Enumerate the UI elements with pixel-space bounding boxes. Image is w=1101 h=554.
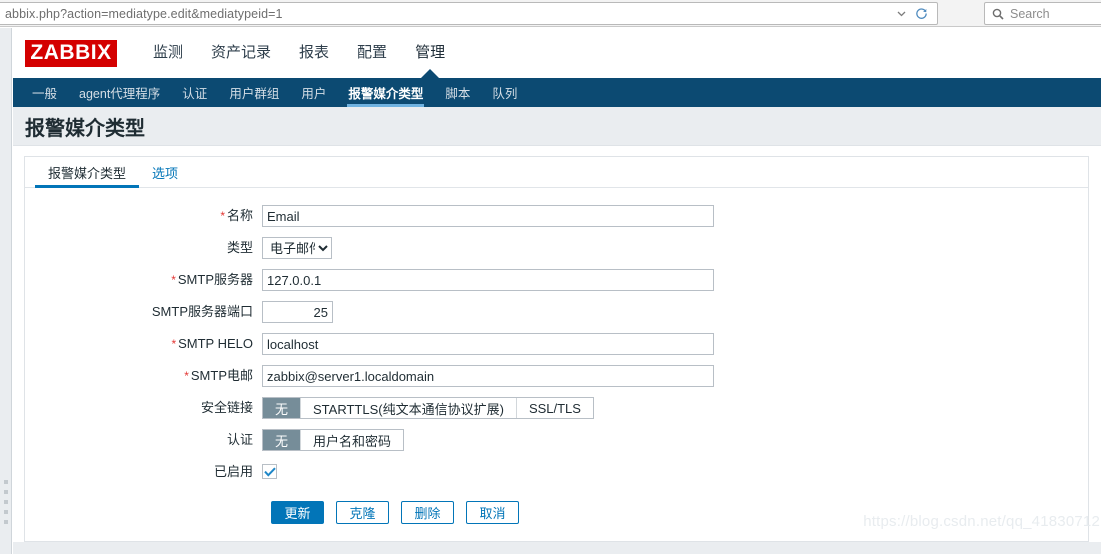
chevron-down-icon[interactable] [891, 3, 911, 25]
label-smtp-server-text: SMTP服务器 [177, 272, 253, 287]
required-marker: * [171, 273, 176, 287]
nav-item-inventory[interactable]: 资产记录 [197, 28, 285, 78]
subnav-item-proxies[interactable]: agent代理程序 [68, 78, 171, 107]
page-header-band: 报警媒介类型 [13, 107, 1101, 146]
splitter-drag-handle[interactable] [4, 480, 8, 524]
nav-item-configuration[interactable]: 配置 [343, 28, 401, 78]
subnav-item-users[interactable]: 用户 [290, 78, 337, 107]
clone-button[interactable]: 克隆 [336, 501, 389, 524]
address-bar-text: abbix.php?action=mediatype.edit&mediatyp… [5, 6, 283, 21]
reload-icon[interactable] [911, 3, 931, 25]
label-type-text: 类型 [226, 240, 253, 255]
handle-dot [4, 500, 8, 504]
tab-options[interactable]: 选项 [139, 157, 191, 187]
connection-security-option-ssltls[interactable]: SSL/TLS [516, 398, 593, 418]
label-name-text: 名称 [226, 208, 253, 223]
form-row-smtp-email: * SMTP电邮 [25, 365, 1088, 387]
form-row-name: * 名称 [25, 205, 1088, 227]
label-connection-security-text: 安全链接 [200, 400, 253, 415]
enabled-checkbox[interactable] [262, 464, 277, 479]
checkmark-icon [263, 467, 276, 477]
type-select[interactable]: 电子邮件 [262, 237, 332, 259]
nav-item-reports[interactable]: 报表 [285, 28, 343, 78]
browser-search-placeholder: Search [1010, 6, 1050, 21]
handle-dot [4, 490, 8, 494]
handle-dot [4, 520, 8, 524]
smtp-email-input[interactable] [262, 365, 714, 387]
page-title: 报警媒介类型 [25, 117, 145, 140]
form-row-smtp-helo: * SMTP HELO [25, 333, 1088, 355]
bottom-band [13, 542, 1101, 554]
smtp-server-input[interactable] [262, 269, 714, 291]
handle-dot [4, 510, 8, 514]
required-marker: * [171, 337, 177, 351]
authentication-option-none[interactable]: 无 [263, 430, 302, 450]
label-smtp-port-text: SMTP服务器端口 [151, 304, 253, 319]
subnav-item-scripts[interactable]: 脚本 [434, 78, 481, 107]
tab-media-type[interactable]: 报警媒介类型 [35, 157, 140, 188]
label-enabled-text: 已启用 [213, 464, 253, 479]
form-tabs: 报警媒介类型 选项 [25, 157, 1088, 188]
subnav-item-user-groups[interactable]: 用户群组 [218, 78, 290, 107]
label-smtp-helo: * SMTP HELO [25, 333, 262, 355]
label-enabled: 已启用 [25, 461, 262, 483]
subnav-item-media-types[interactable]: 报警媒介类型 [337, 78, 434, 107]
media-type-form-card: 报警媒介类型 选项 *名称 类型 [24, 156, 1089, 542]
app-header: ZABBIX 监测 资产记录 报表 配置 管理 [13, 28, 1101, 78]
primary-navigation: 监测 资产记录 报表 配置 管理 [139, 28, 459, 78]
form-row-smtp-port: SMTP服务器端口 [25, 301, 1088, 323]
nav-item-administration[interactable]: 管理 [401, 28, 459, 78]
label-smtp-email: * SMTP电邮 [25, 365, 262, 387]
label-authentication: 认证 [25, 429, 262, 451]
form-actions: 更新 克隆 删除 取消 [25, 501, 1088, 524]
smtp-helo-input[interactable] [262, 333, 714, 355]
form-row-authentication: 认证 无 用户名和密码 [25, 429, 1088, 451]
connection-security-radio-group: 无 STARTTLS(纯文本通信协议扩展) SSL/TLS [262, 397, 594, 419]
update-button[interactable]: 更新 [271, 501, 324, 524]
name-input[interactable] [262, 205, 714, 227]
media-type-form: *名称 类型 电子邮件 [25, 188, 1088, 524]
connection-security-option-none[interactable]: 无 [263, 398, 302, 418]
label-smtp-port: SMTP服务器端口 [25, 301, 262, 323]
smtp-port-input[interactable] [262, 301, 333, 323]
authentication-radio-group: 无 用户名和密码 [262, 429, 405, 451]
label-type: 类型 [25, 237, 262, 259]
authentication-option-username-password[interactable]: 用户名和密码 [301, 430, 404, 450]
form-row-enabled: 已启用 [25, 461, 1088, 483]
subnav-item-queue[interactable]: 队列 [481, 78, 528, 107]
label-smtp-helo-text: SMTP HELO [178, 336, 253, 351]
zabbix-logo[interactable]: ZABBIX [25, 39, 117, 67]
form-row-connection-security: 安全链接 无 STARTTLS(纯文本通信协议扩展) SSL/TLS [25, 397, 1088, 419]
search-icon [991, 3, 1005, 25]
nav-item-monitoring[interactable]: 监测 [139, 28, 197, 78]
subnav-item-authentication[interactable]: 认证 [171, 78, 218, 107]
handle-dot [4, 480, 8, 484]
label-name: * 名称 [25, 205, 262, 227]
connection-security-option-starttls[interactable]: STARTTLS(纯文本通信协议扩展) [301, 398, 517, 418]
zabbix-app: ZABBIX 监测 资产记录 报表 配置 管理 一般 agent代理程序 认证 … [13, 28, 1101, 554]
required-marker: * [220, 209, 225, 223]
address-bar[interactable]: abbix.php?action=mediatype.edit&mediatyp… [0, 2, 938, 25]
delete-button[interactable]: 删除 [401, 501, 454, 524]
label-connection-security: 安全链接 [25, 397, 262, 419]
required-marker: * [184, 369, 189, 383]
label-smtp-server: * SMTP服务器 [25, 269, 262, 291]
cancel-button[interactable]: 取消 [466, 501, 519, 524]
form-row-type: 类型 电子邮件 [25, 237, 1088, 259]
browser-search-box[interactable]: Search [984, 2, 1101, 25]
form-row-smtp-server: * SMTP服务器 [25, 269, 1088, 291]
secondary-navigation: 一般 agent代理程序 认证 用户群组 用户 报警媒介类型 脚本 队列 [13, 78, 1101, 107]
label-authentication-text: 认证 [226, 432, 253, 447]
subnav-item-general[interactable]: 一般 [21, 78, 68, 107]
content-area: 报警媒介类型 选项 *名称 类型 [13, 146, 1101, 554]
sidebar-splitter[interactable] [0, 28, 12, 554]
browser-toolbar: abbix.php?action=mediatype.edit&mediatyp… [0, 0, 1101, 27]
label-smtp-email-text: SMTP电邮 [190, 368, 253, 383]
